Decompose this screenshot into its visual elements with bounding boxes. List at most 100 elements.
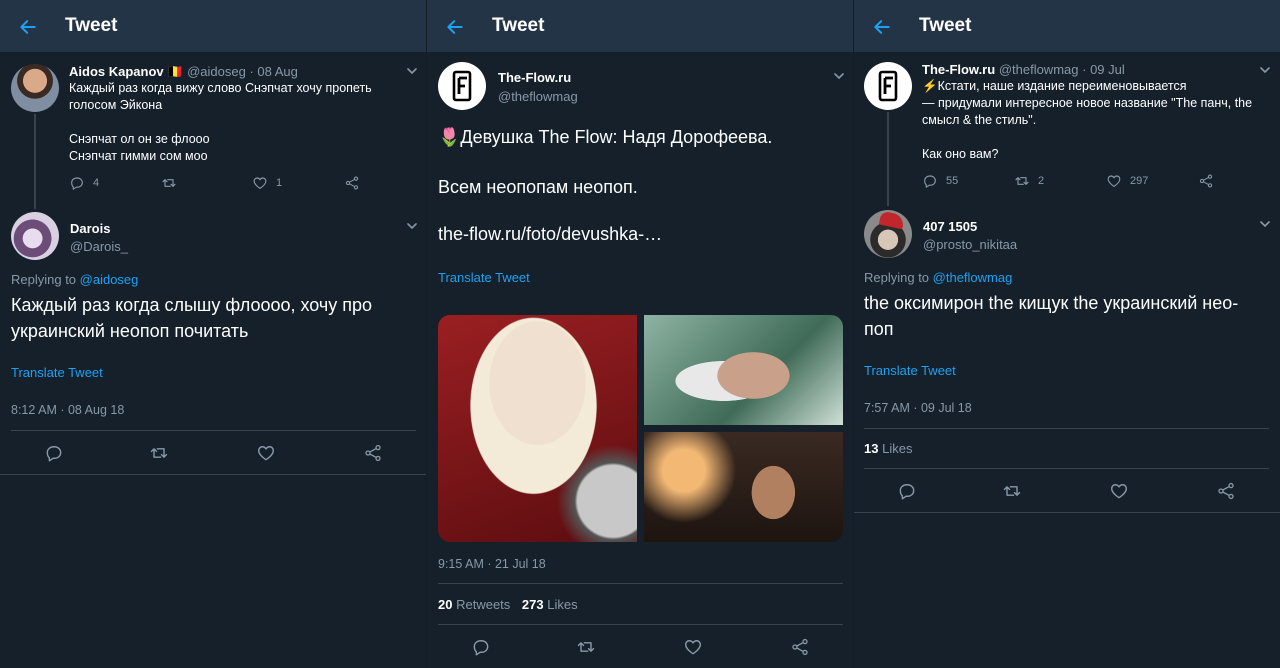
page-title: Tweet [919, 15, 972, 36]
tweet-text-line: смысл & the стиль". [922, 113, 1037, 127]
reply-button[interactable]: 55 [922, 173, 958, 189]
tweet-photo[interactable] [438, 315, 637, 542]
retweet-icon[interactable] [576, 637, 596, 657]
avatar[interactable] [11, 212, 59, 260]
author-name[interactable]: 407 1505 [923, 219, 977, 234]
share-icon[interactable] [1216, 481, 1236, 501]
tweet-timestamp: 7:57 AM · 09 Jul 18 [864, 401, 972, 415]
page-title: Tweet [492, 15, 545, 36]
likes-stat[interactable]: 13 Likes [864, 441, 912, 456]
retweet-icon[interactable] [1002, 481, 1022, 501]
tweet-panel-3: Tweet The-Flow.ru @theflowmag · 09 Jul ⚡… [854, 0, 1280, 668]
reply-count: 55 [946, 175, 959, 187]
share-button[interactable] [344, 175, 360, 191]
retweets-stat[interactable]: 20 Retweets [438, 597, 510, 612]
divider [438, 583, 843, 584]
tweet-text: the оксимирон the кищук the украинский н… [864, 293, 1239, 339]
author-handle[interactable]: @prosto_nikitaa [923, 237, 1017, 252]
replying-to-link[interactable]: @aidoseg [80, 272, 139, 287]
chevron-down-icon[interactable] [407, 67, 417, 75]
tweet-text-line: 🌷Девушка The Flow: Надя Дорофеева. [438, 127, 773, 147]
like-count: 297 [1130, 175, 1149, 187]
tweet-text: Каждый раз когда слышу флоооо, хочу про … [11, 295, 373, 341]
tweet-text-line: голосом Эйкона [69, 98, 163, 112]
translate-tweet-link[interactable]: Translate Tweet [11, 365, 103, 380]
author-name[interactable]: Aidos Kapanov [69, 64, 164, 79]
chevron-down-icon[interactable] [834, 72, 844, 80]
divider [864, 428, 1269, 429]
reply-icon[interactable] [897, 481, 917, 501]
share-icon[interactable] [790, 637, 810, 657]
chevron-down-icon[interactable] [1260, 220, 1270, 228]
tweet-photo[interactable] [644, 315, 843, 425]
like-button[interactable]: 1 [252, 175, 282, 191]
santa-hat [878, 210, 906, 230]
tweet-date: · 09 Jul [1082, 62, 1125, 77]
avatar[interactable] [864, 62, 912, 110]
top-app-bar: Tweet [854, 0, 1280, 52]
like-icon[interactable] [683, 637, 703, 657]
replying-prefix: Replying to [11, 272, 80, 287]
tweet-url-link[interactable]: the-flow.ru/foto/devushka-… [438, 221, 838, 247]
chevron-down-icon[interactable] [407, 222, 417, 230]
reply-icon[interactable] [471, 637, 491, 657]
back-arrow-icon[interactable] [18, 17, 38, 37]
top-app-bar: Tweet [0, 0, 426, 52]
translate-tweet-link[interactable]: Translate Tweet [864, 363, 956, 378]
tweet-date: · 08 Aug [249, 64, 298, 79]
replying-to-link[interactable]: @theflowmag [933, 270, 1013, 285]
author-handle[interactable]: @theflowmag [498, 89, 578, 104]
like-icon[interactable] [1109, 481, 1129, 501]
thread-line [34, 114, 36, 209]
reply-count: 4 [93, 177, 100, 189]
divider [854, 512, 1280, 513]
retweet-button[interactable]: 2 [1014, 173, 1044, 189]
author-name[interactable]: The-Flow.ru [922, 62, 995, 77]
tweet-photo[interactable] [644, 432, 843, 542]
like-button[interactable]: 297 [1106, 173, 1148, 189]
share-icon [344, 175, 360, 191]
reply-button[interactable]: 4 [69, 175, 99, 191]
tweet-timestamp: 8:12 AM · 08 Aug 18 [11, 403, 125, 417]
chevron-down-icon[interactable] [1260, 66, 1270, 74]
reply-icon [69, 175, 85, 191]
retweet-icon[interactable] [149, 443, 169, 463]
back-arrow-icon[interactable] [872, 17, 892, 37]
tweet-text: Каждый раз когда вижу слово Снэпчат хочу… [69, 80, 409, 165]
tweet-timestamp: 9:15 AM · 21 Jul 18 [438, 557, 546, 571]
author-handle[interactable]: @Darois_ [70, 239, 128, 254]
top-app-bar: Tweet [427, 0, 853, 52]
author-handle[interactable]: @aidoseg [187, 64, 246, 79]
retweet-icon [161, 175, 177, 191]
author-handle[interactable]: @theflowmag [999, 62, 1079, 77]
avatar[interactable] [438, 62, 486, 110]
tweet-text-line: Снэпчат ол он зе флооо [69, 132, 210, 146]
avatar[interactable] [11, 64, 59, 112]
tweet-action-bar [864, 469, 1269, 513]
like-icon[interactable] [256, 443, 276, 463]
like-count: 1 [276, 177, 283, 189]
tweet-actions: 55 2 297 [922, 173, 1222, 191]
likes-stat[interactable]: 273 Likes [522, 597, 578, 612]
likes-label: Likes [882, 441, 913, 456]
share-icon [1198, 173, 1214, 189]
back-arrow-icon[interactable] [445, 17, 465, 37]
likes-count: 13 [864, 441, 879, 456]
replying-to: Replying to @theflowmag [864, 270, 1012, 285]
share-button[interactable] [1198, 173, 1214, 189]
engagement-stats: 20 Retweets 273 Likes [438, 597, 578, 612]
replying-prefix: Replying to [864, 270, 933, 285]
retweets-label: Retweets [456, 597, 511, 612]
brand-logo-icon [452, 70, 472, 102]
translate-tweet-link[interactable]: Translate Tweet [438, 270, 530, 285]
like-icon [1106, 173, 1122, 189]
retweet-button[interactable] [161, 175, 177, 191]
tweet-action-bar [438, 625, 843, 668]
author-name[interactable]: Darois [70, 221, 110, 236]
reply-icon[interactable] [44, 443, 64, 463]
avatar[interactable] [864, 210, 912, 258]
tweet-panel-1: Tweet Aidos Kapanov 🇧🇪 @aidoseg · 08 Aug… [0, 0, 426, 668]
share-icon[interactable] [363, 443, 383, 463]
author-name[interactable]: The-Flow.ru [498, 70, 571, 85]
tweet-text-line: — придумали интересное новое название "T… [922, 96, 1253, 110]
